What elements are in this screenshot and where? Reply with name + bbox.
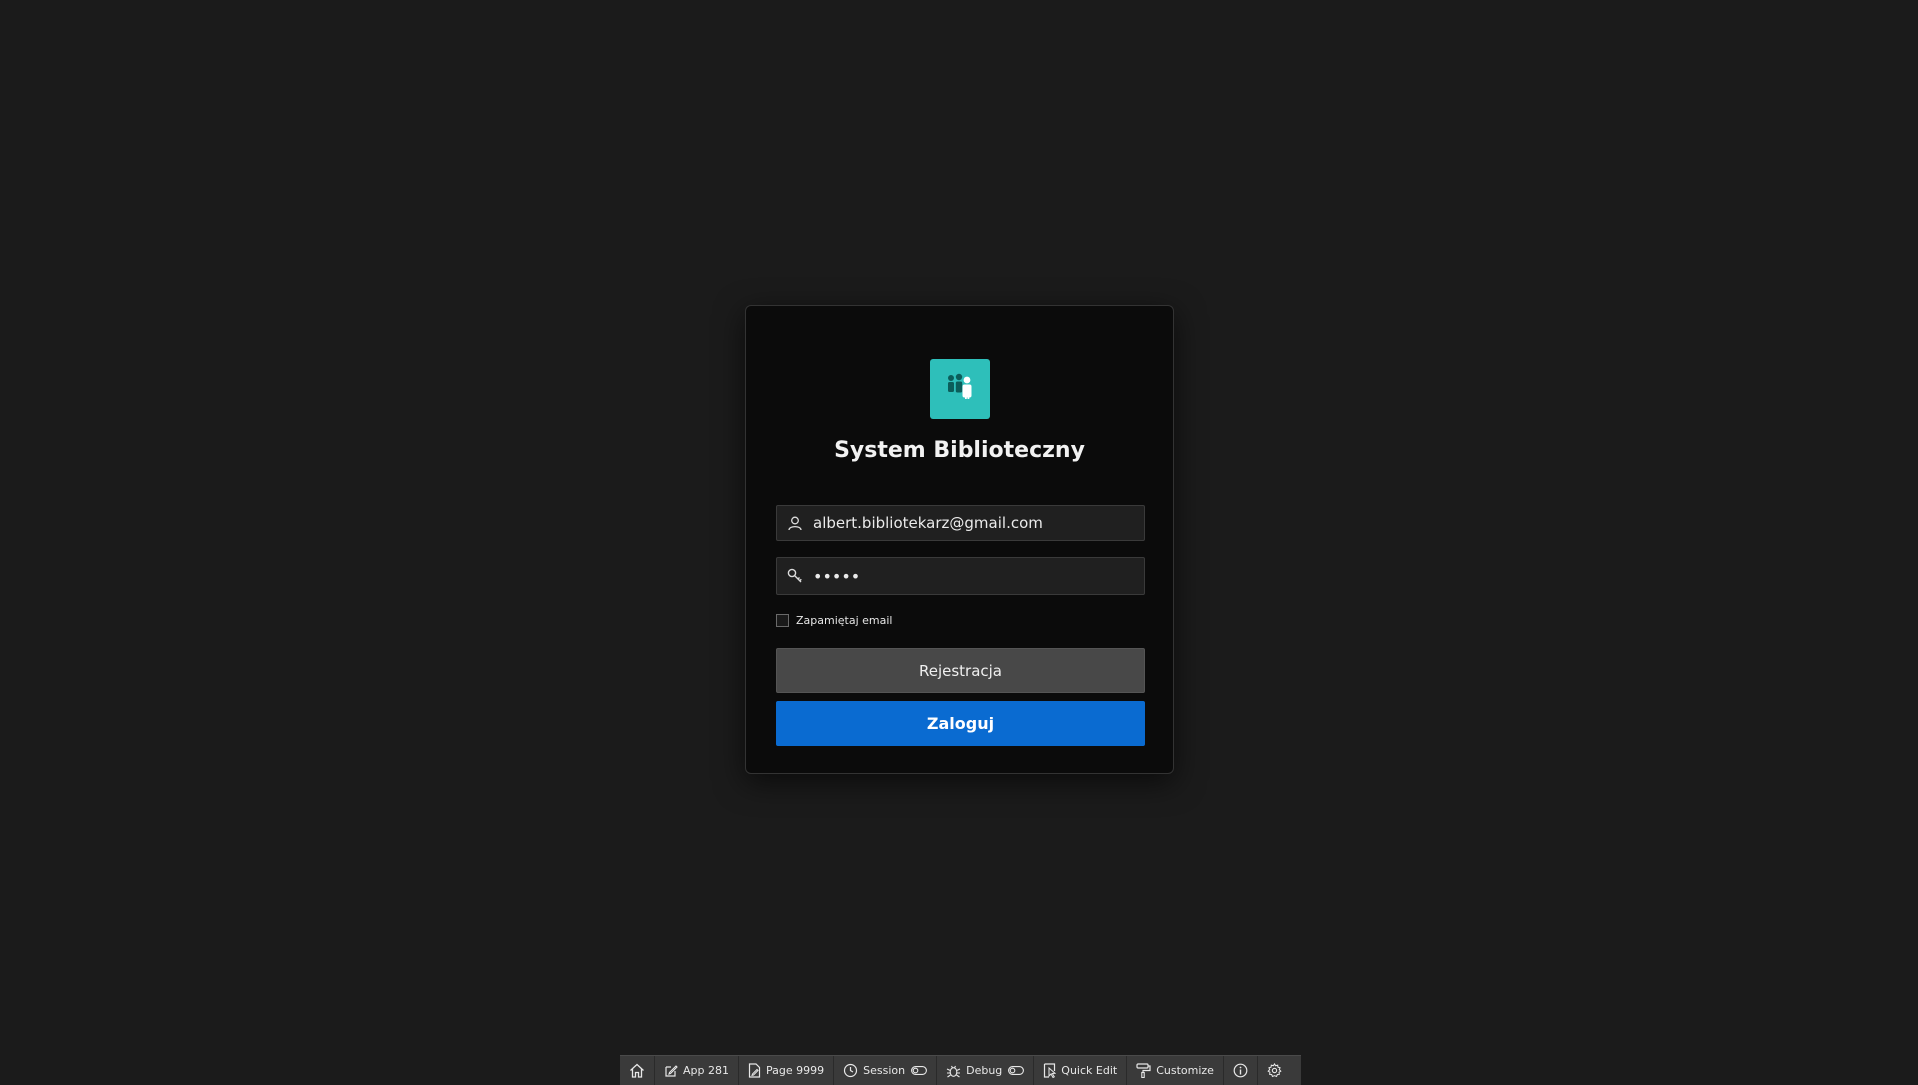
edit-icon: [664, 1064, 678, 1078]
devbar-quick-edit-label: Quick Edit: [1061, 1064, 1118, 1077]
bug-icon: [946, 1064, 961, 1078]
devbar-session-button[interactable]: Session: [834, 1056, 938, 1085]
home-icon: [629, 1063, 645, 1078]
remember-email[interactable]: Zapamiętaj email: [776, 614, 892, 627]
devbar-app-button[interactable]: App 281: [655, 1056, 739, 1085]
quick-edit-icon: [1043, 1063, 1057, 1078]
session-icon: [843, 1063, 858, 1078]
debug-toggle-icon: [1008, 1066, 1025, 1075]
devbar-session-label: Session: [863, 1064, 906, 1077]
remember-email-label: Zapamiętaj email: [796, 614, 893, 627]
gear-icon: [1267, 1063, 1282, 1078]
page-edit-icon: [748, 1063, 761, 1078]
paint-roller-icon: [1136, 1063, 1151, 1078]
app-title: System Biblioteczny: [834, 438, 1085, 463]
password-value: •••••: [813, 566, 861, 586]
email-value: albert.bibliotekarz@gmail.com: [813, 514, 1043, 532]
users-icon: [943, 372, 977, 406]
app-logo: [930, 359, 990, 419]
session-toggle-icon: [911, 1066, 928, 1075]
devbar-quick-edit-button[interactable]: Quick Edit: [1034, 1056, 1128, 1085]
remember-email-checkbox[interactable]: [776, 614, 789, 627]
login-card: System Biblioteczny albert.bibliotekarz@…: [745, 305, 1174, 774]
key-icon: [777, 558, 813, 594]
devbar-debug-label: Debug: [966, 1064, 1003, 1077]
developer-toolbar: App 281 Page 9999 Session Debug Quick Ed…: [620, 1055, 1301, 1085]
devbar-page-button[interactable]: Page 9999: [739, 1056, 835, 1085]
devbar-page-label: Page 9999: [765, 1064, 825, 1077]
devbar-customize-label: Customize: [1156, 1064, 1214, 1077]
user-icon: [777, 505, 813, 541]
devbar-app-label: App 281: [683, 1064, 729, 1077]
email-field[interactable]: albert.bibliotekarz@gmail.com: [776, 505, 1145, 541]
page: System Biblioteczny albert.bibliotekarz@…: [0, 0, 1918, 1085]
register-button[interactable]: Rejestracja: [776, 648, 1145, 693]
devbar-home-button[interactable]: [620, 1056, 655, 1085]
password-field[interactable]: •••••: [776, 557, 1145, 595]
devbar-customize-button[interactable]: Customize: [1127, 1056, 1224, 1085]
devbar-settings-button[interactable]: [1258, 1056, 1291, 1085]
login-button[interactable]: Zaloguj: [776, 701, 1145, 746]
devbar-debug-button[interactable]: Debug: [937, 1056, 1035, 1085]
devbar-info-button[interactable]: [1224, 1056, 1258, 1085]
info-icon: [1233, 1063, 1248, 1078]
